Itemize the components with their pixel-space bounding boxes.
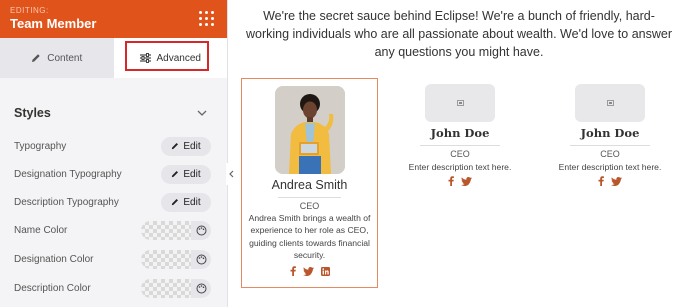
designation-color-picker[interactable] xyxy=(141,249,211,269)
social-links xyxy=(540,176,680,186)
styles-title: Styles xyxy=(14,106,51,120)
tab-content[interactable]: Content xyxy=(0,38,114,78)
team-member-description: Enter description text here. xyxy=(558,162,662,172)
team-member-photo xyxy=(275,86,345,174)
team-member-role: CEO xyxy=(600,149,620,159)
editing-label: EDITING: xyxy=(10,6,49,15)
tab-advanced[interactable]: Advanced xyxy=(113,38,227,78)
designation-typography-edit-button[interactable]: Edit xyxy=(161,164,211,184)
pencil-icon xyxy=(172,143,179,150)
tab-content-label: Content xyxy=(47,52,83,64)
sidebar-tabs: Content Advanced xyxy=(0,38,227,78)
chevron-down-icon xyxy=(197,110,207,116)
edit-label: Edit xyxy=(183,196,201,208)
description-typography-row: Description Typography Edit xyxy=(14,192,211,212)
team-member-name: John Doe xyxy=(580,126,640,140)
editor-sidebar: EDITING: Team Member Content Advanced St… xyxy=(0,0,228,307)
typography-edit-button[interactable]: Edit xyxy=(161,136,211,156)
row-label: Typography xyxy=(14,140,67,152)
linkedin-icon[interactable] xyxy=(320,266,330,276)
twitter-icon[interactable] xyxy=(461,176,472,186)
palette-icon[interactable] xyxy=(191,279,211,298)
image-icon xyxy=(606,100,614,106)
team-member-name: John Doe xyxy=(430,126,490,140)
palette-icon[interactable] xyxy=(191,250,211,269)
name-color-picker[interactable] xyxy=(141,220,211,240)
typography-row: Typography Edit xyxy=(14,136,211,156)
team-member-card-selected[interactable]: Andrea Smith CEO Andrea Smith brings a w… xyxy=(241,78,378,288)
social-links xyxy=(390,176,530,186)
image-icon xyxy=(456,100,464,106)
team-member-role: CEO xyxy=(299,201,320,211)
social-links xyxy=(242,266,377,276)
styles-section-header[interactable]: Styles xyxy=(0,78,227,126)
description-color-row: Description Color xyxy=(14,278,211,298)
team-member-name: Andrea Smith xyxy=(271,178,348,192)
color-swatch[interactable] xyxy=(141,278,191,298)
pencil-icon xyxy=(172,171,179,178)
pencil-icon xyxy=(172,199,179,206)
pencil-icon xyxy=(32,54,40,62)
chevron-left-icon xyxy=(228,170,233,178)
facebook-icon[interactable] xyxy=(598,176,604,186)
collapse-sidebar-button[interactable] xyxy=(226,163,236,185)
sidebar-title: Team Member xyxy=(10,16,97,31)
advanced-highlight-box xyxy=(124,41,209,71)
name-divider xyxy=(570,145,650,146)
name-color-row: Name Color xyxy=(14,220,211,240)
twitter-icon[interactable] xyxy=(302,266,314,276)
grid-menu-icon[interactable] xyxy=(199,11,215,27)
row-label: Description Typography xyxy=(14,196,119,208)
facebook-icon[interactable] xyxy=(448,176,454,186)
team-member-card[interactable]: John Doe CEO Enter description text here… xyxy=(540,84,680,194)
twitter-icon[interactable] xyxy=(611,176,622,186)
image-placeholder xyxy=(575,84,645,122)
sidebar-header: EDITING: Team Member xyxy=(0,0,227,38)
facebook-icon[interactable] xyxy=(290,266,296,276)
row-label: Designation Color xyxy=(14,253,94,265)
description-color-picker[interactable] xyxy=(141,278,211,298)
row-label: Name Color xyxy=(14,224,68,236)
edit-label: Edit xyxy=(183,168,201,180)
designation-typography-row: Designation Typography Edit xyxy=(14,164,211,184)
page-preview: We're the secret sauce behind Eclipse! W… xyxy=(238,0,680,307)
intro-text: We're the secret sauce behind Eclipse! W… xyxy=(245,9,672,59)
color-swatch[interactable] xyxy=(141,249,191,269)
description-typography-edit-button[interactable]: Edit xyxy=(161,192,211,212)
team-member-description: Enter description text here. xyxy=(408,162,512,172)
color-swatch[interactable] xyxy=(141,220,191,240)
row-label: Description Color xyxy=(14,282,91,294)
designation-color-row: Designation Color xyxy=(14,249,211,269)
sidebar-body: Styles xyxy=(0,78,227,126)
row-label: Designation Typography xyxy=(14,168,122,180)
image-placeholder xyxy=(425,84,495,122)
team-member-card[interactable]: John Doe CEO Enter description text here… xyxy=(390,84,530,194)
name-divider xyxy=(420,145,500,146)
palette-icon[interactable] xyxy=(191,221,211,240)
team-member-role: CEO xyxy=(450,149,470,159)
name-divider xyxy=(278,197,341,198)
edit-label: Edit xyxy=(183,140,201,152)
team-member-description: Andrea Smith brings a wealth of experien… xyxy=(248,213,371,260)
